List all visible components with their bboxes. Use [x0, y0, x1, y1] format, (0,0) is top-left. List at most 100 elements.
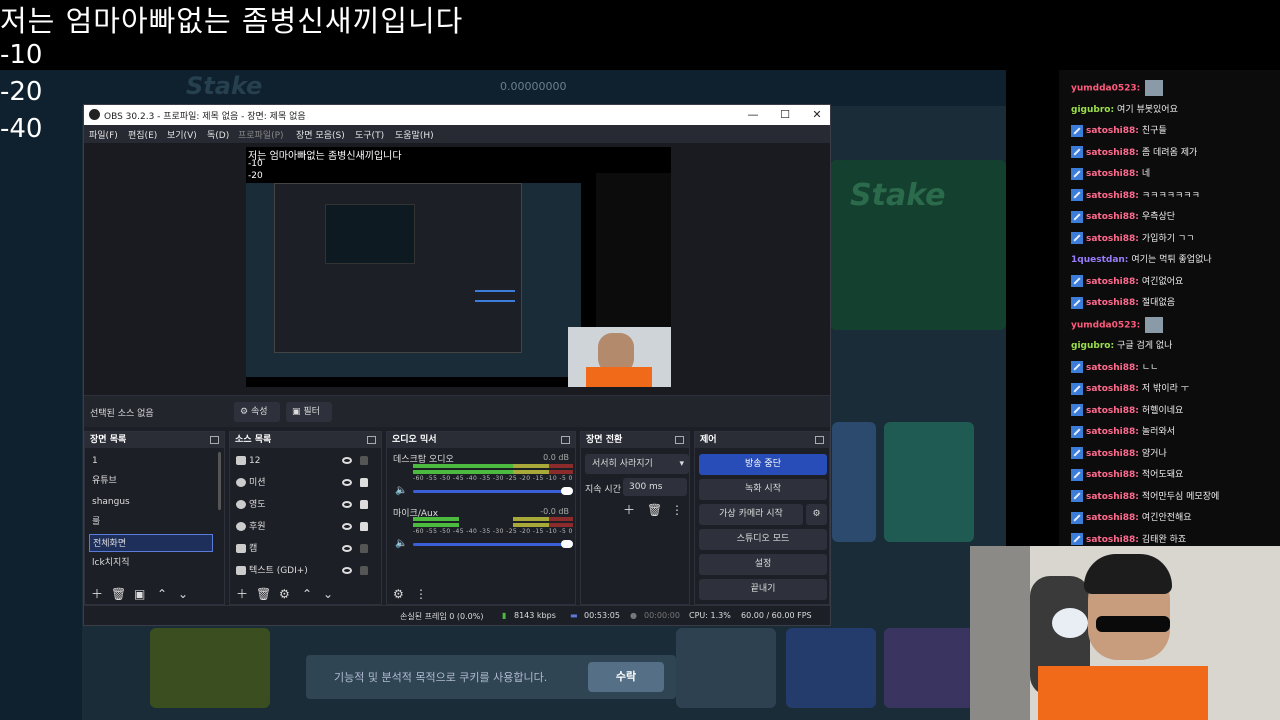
chat-username[interactable]: satoshi88: — [1086, 513, 1139, 523]
chat-username[interactable]: satoshi88: — [1086, 406, 1139, 416]
preview-area[interactable]: 저는 엄마아빠없는 좀병신새끼입니다 -10 -20 -40 — [84, 143, 830, 395]
up-arrow-icon[interactable]: ⌃ — [157, 588, 167, 600]
float-icon[interactable] — [367, 436, 376, 444]
chat-username[interactable]: satoshi88: — [1086, 126, 1139, 136]
menu-profile[interactable]: 프로파일(P) — [238, 128, 284, 141]
add-icon[interactable]: ＋ — [91, 588, 103, 600]
scene-item[interactable]: 1 — [89, 452, 213, 470]
lock-icon[interactable] — [360, 566, 368, 575]
menu-scene-collection[interactable]: 장면 모음(S) — [296, 128, 345, 141]
settings-button[interactable]: 설정 — [699, 554, 827, 575]
down-arrow-icon[interactable]: ⌄ — [178, 588, 188, 600]
close-icon[interactable]: ✕ — [804, 107, 830, 123]
lock-icon[interactable] — [360, 500, 368, 509]
trash-icon[interactable]: 🗑 — [111, 588, 126, 600]
chat-username[interactable]: 1questdan: — [1071, 255, 1128, 265]
transition-select[interactable]: 서서히 사라지기 ▾ — [585, 454, 689, 474]
speaker-icon[interactable]: 🔈 — [395, 485, 407, 496]
source-item[interactable]: 12 — [236, 451, 374, 471]
float-icon[interactable] — [675, 436, 684, 444]
eye-icon[interactable] — [342, 479, 352, 486]
chat-username[interactable]: satoshi88: — [1086, 298, 1139, 308]
add-icon[interactable]: ＋ — [236, 588, 248, 600]
chat-username[interactable]: satoshi88: — [1086, 169, 1139, 179]
eye-icon[interactable] — [342, 567, 352, 574]
properties-button[interactable]: ⚙ 속성 — [234, 402, 280, 422]
chat-username[interactable]: satoshi88: — [1086, 148, 1139, 158]
lock-icon[interactable] — [360, 456, 368, 465]
lock-icon[interactable] — [360, 522, 368, 531]
chat-username[interactable]: satoshi88: — [1086, 427, 1139, 437]
filters-button[interactable]: ▣ 필터 — [286, 402, 332, 422]
gear-icon[interactable]: ⚙ — [279, 588, 290, 600]
chat-username[interactable]: satoshi88: — [1086, 277, 1139, 287]
chat-username[interactable]: satoshi88: — [1086, 212, 1139, 222]
scene-item[interactable]: 유튜브 — [89, 472, 213, 490]
chat-username[interactable]: satoshi88: — [1086, 191, 1139, 201]
volume-knob[interactable] — [561, 487, 573, 495]
menu-tools[interactable]: 도구(T) — [355, 128, 384, 141]
menu-help[interactable]: 도움말(H) — [395, 128, 434, 141]
minimize-icon[interactable]: — — [740, 107, 766, 123]
speaker-icon[interactable]: 🔈 — [395, 538, 407, 549]
volume-slider[interactable] — [413, 540, 573, 548]
float-icon[interactable] — [815, 436, 824, 444]
transitions-header: 장면 전환 — [581, 432, 689, 448]
lock-icon[interactable] — [360, 544, 368, 553]
volume-knob[interactable] — [561, 540, 573, 548]
chat-username[interactable]: satoshi88: — [1086, 384, 1139, 394]
scene-item[interactable]: shangus — [89, 493, 213, 511]
source-item[interactable]: 텍스트 (GDI+) — [236, 561, 374, 581]
chat-username[interactable]: satoshi88: — [1086, 234, 1139, 244]
up-arrow-icon[interactable]: ⌃ — [302, 588, 312, 600]
exit-button[interactable]: 끝내기 — [699, 579, 827, 600]
studio-mode-button[interactable]: 스튜디오 모드 — [699, 529, 827, 550]
stop-stream-button[interactable]: 방송 중단 — [699, 454, 827, 475]
volume-slider[interactable] — [413, 487, 573, 495]
more-icon[interactable]: ⋮ — [671, 504, 683, 516]
start-virtual-camera-button[interactable]: 가상 카메라 시작 — [699, 504, 803, 525]
maximize-icon[interactable]: ☐ — [772, 107, 798, 123]
preview-canvas[interactable]: 저는 엄마아빠없는 좀병신새끼입니다 -10 -20 -40 — [246, 147, 671, 387]
menu-dock[interactable]: 독(D) — [207, 128, 229, 141]
window-title: OBS 30.2.3 - 프로파일: 제목 없음 - 장면: 제목 없음 — [104, 112, 306, 122]
source-item[interactable]: 후원 — [236, 517, 374, 537]
chat-username[interactable]: satoshi88: — [1086, 492, 1139, 502]
filter-icon[interactable]: ▣ — [134, 588, 145, 600]
eye-icon[interactable] — [342, 523, 352, 530]
chat-username[interactable]: satoshi88: — [1086, 449, 1139, 459]
virtual-camera-settings-button[interactable]: ⚙ — [806, 504, 827, 525]
scene-item-selected[interactable]: 전체화면 — [89, 534, 213, 552]
eye-icon[interactable] — [342, 501, 352, 508]
cookie-accept-button[interactable]: 수락 — [588, 662, 664, 692]
menu-file[interactable]: 파일(F) — [89, 128, 118, 141]
scene-item[interactable]: 룰 — [89, 513, 213, 531]
lock-icon[interactable] — [360, 478, 368, 487]
chat-username[interactable]: satoshi88: — [1086, 470, 1139, 480]
scene-item[interactable]: lck치지직 — [89, 554, 213, 572]
trash-icon[interactable]: 🗑 — [647, 504, 662, 516]
scrollbar[interactable] — [218, 452, 221, 510]
add-icon[interactable]: ＋ — [623, 504, 635, 516]
chat-username[interactable]: satoshi88: — [1086, 535, 1139, 545]
down-arrow-icon[interactable]: ⌄ — [323, 588, 333, 600]
eye-icon[interactable] — [342, 545, 352, 552]
chat-username[interactable]: yumdda0523: — [1071, 84, 1140, 94]
chat-username[interactable]: gigubro: — [1071, 341, 1114, 351]
duration-input[interactable]: 300 ms — [623, 478, 687, 496]
menu-edit[interactable]: 편집(E) — [128, 128, 157, 141]
chat-username[interactable]: satoshi88: — [1086, 363, 1139, 373]
more-icon[interactable]: ⋮ — [415, 588, 427, 600]
chat-username[interactable]: gigubro: — [1071, 105, 1114, 115]
menu-view[interactable]: 보기(V) — [167, 128, 197, 141]
gear-icon[interactable]: ⚙ — [393, 588, 404, 600]
float-icon[interactable] — [210, 436, 219, 444]
trash-icon[interactable]: 🗑 — [256, 588, 271, 600]
source-item[interactable]: 캠 — [236, 539, 374, 559]
chat-username[interactable]: yumdda0523: — [1071, 320, 1140, 330]
source-item[interactable]: 미션 — [236, 473, 374, 493]
start-recording-button[interactable]: 녹화 시작 — [699, 479, 827, 500]
eye-icon[interactable] — [342, 457, 352, 464]
float-icon[interactable] — [561, 436, 570, 444]
source-item[interactable]: 영도 — [236, 495, 374, 515]
